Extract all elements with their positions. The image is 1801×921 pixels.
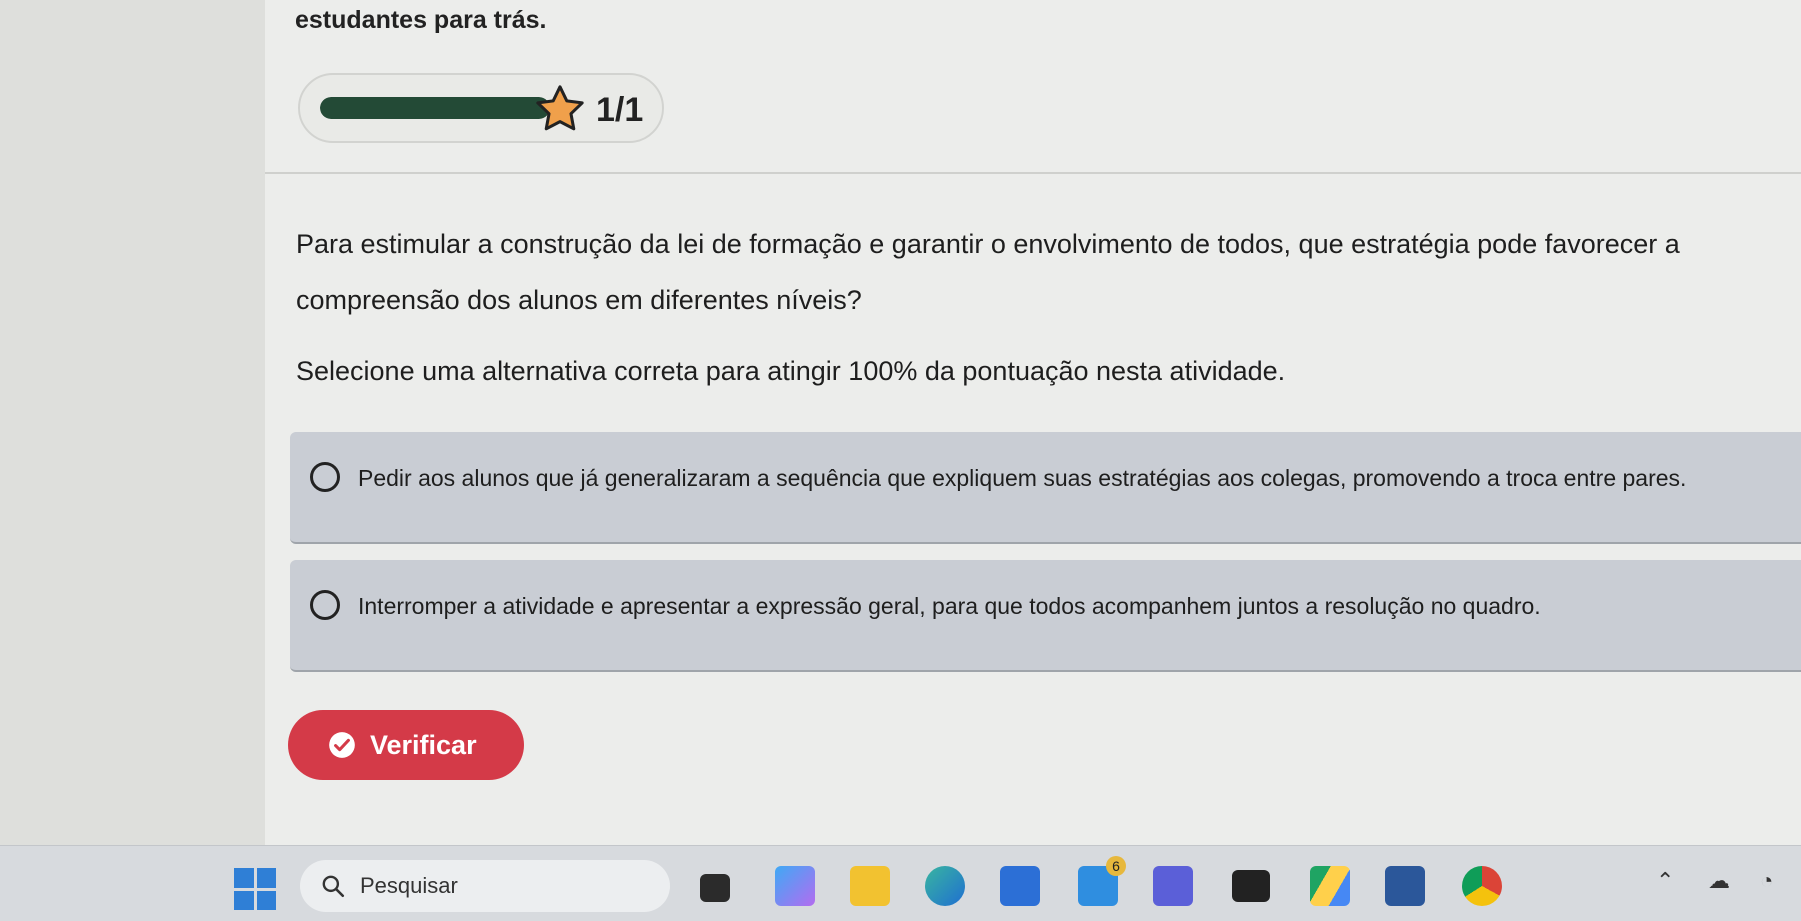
copilot-icon[interactable] (775, 866, 815, 906)
taskbar-search[interactable] (300, 860, 670, 912)
verify-button[interactable]: Verificar (288, 710, 524, 780)
star-icon (536, 85, 584, 131)
answer-option-2[interactable]: Interromper a atividade e apresentar a e… (290, 560, 1801, 672)
section-heading: estudantes para trás. (295, 6, 547, 34)
option-label: Pedir aos alunos que já generalizaram a … (358, 465, 1687, 491)
word-icon[interactable] (1385, 866, 1425, 906)
answer-option-1[interactable]: Pedir aos alunos que já generalizaram a … (290, 432, 1801, 544)
progress-indicator: 1/1 (298, 73, 664, 143)
page-left-margin (0, 0, 265, 845)
instruction-text: Selecione uma alternativa correta para a… (296, 356, 1286, 386)
dropbox-icon[interactable] (1232, 870, 1270, 902)
chrome-icon[interactable] (1462, 866, 1502, 906)
notification-badge: 6 (1106, 856, 1126, 876)
divider (265, 172, 1801, 174)
bookmark-app-icon[interactable] (1153, 866, 1193, 906)
radio-button[interactable] (310, 590, 340, 620)
notification-app-icon[interactable]: 6 (1078, 856, 1126, 906)
option-label: Interromper a atividade e apresentar a e… (358, 593, 1541, 619)
verify-button-label: Verificar (370, 729, 477, 760)
check-circle-icon (329, 732, 355, 758)
windows-start-icon[interactable] (234, 868, 276, 910)
folder-icon[interactable] (850, 866, 890, 906)
cloud-icon[interactable]: ☁ (1708, 868, 1730, 894)
progress-fill (320, 97, 550, 119)
progress-count: 1/1 (596, 91, 644, 129)
google-drive-icon[interactable] (1310, 866, 1350, 906)
chevron-up-icon[interactable]: ⌃ (1656, 868, 1674, 894)
search-icon (322, 875, 345, 898)
progress-track (320, 97, 550, 119)
question-text: Para estimular a construção da lei de fo… (296, 229, 1680, 315)
wifi-icon[interactable]: ◔ (1760, 868, 1773, 894)
edge-icon[interactable] (925, 866, 965, 906)
radio-button[interactable] (310, 462, 340, 492)
store-icon[interactable] (1000, 866, 1040, 906)
taskbar: 6 ⌃ ☁ ◔ (0, 845, 1801, 921)
file-explorer-icon[interactable] (700, 874, 730, 902)
search-input[interactable] (360, 873, 640, 899)
